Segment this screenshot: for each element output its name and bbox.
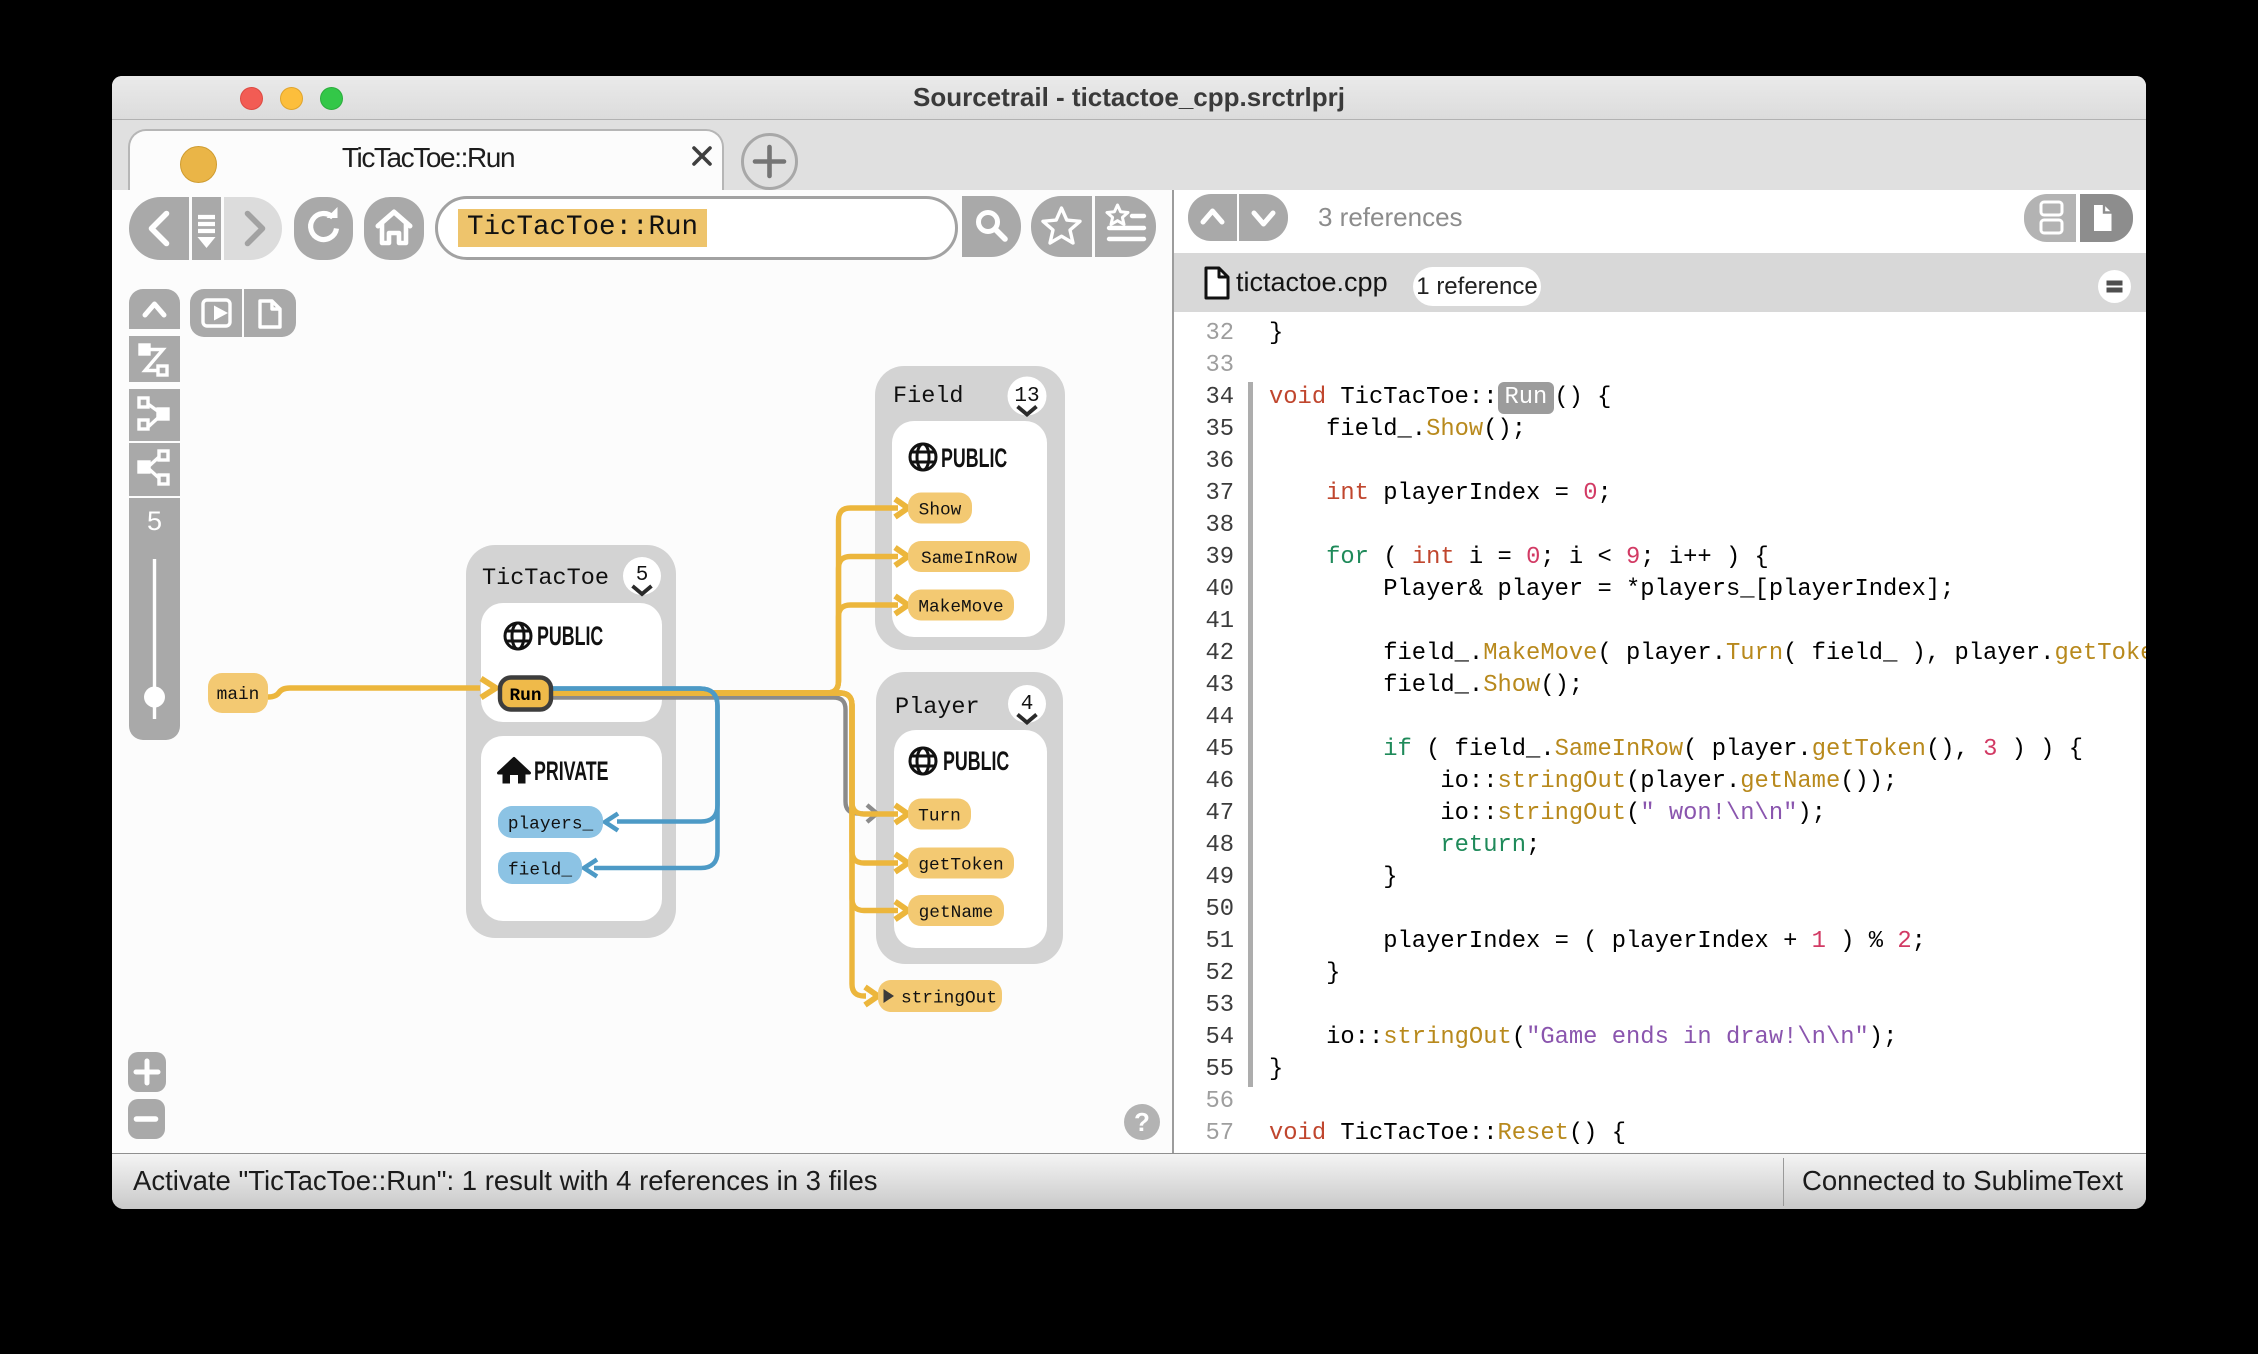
svg-text:Player: Player (895, 694, 980, 721)
svg-text:MakeMove: MakeMove (918, 598, 1003, 618)
svg-text:Show: Show (919, 501, 962, 521)
svg-text:4: 4 (1021, 693, 1034, 716)
svg-text:getToken: getToken (918, 856, 1003, 876)
svg-text:players_: players_ (508, 815, 594, 835)
svg-text:PUBLIC: PUBLIC (941, 442, 1007, 473)
svg-text:5: 5 (147, 506, 162, 536)
svg-text:Run: Run (509, 686, 541, 706)
svg-text:getName: getName (919, 903, 994, 923)
svg-text:SameInRow: SameInRow (921, 549, 1017, 569)
svg-text:PUBLIC: PUBLIC (537, 620, 603, 651)
svg-text:PRIVATE: PRIVATE (534, 755, 609, 786)
svg-text:13: 13 (1014, 385, 1039, 408)
svg-text:Field: Field (893, 383, 964, 410)
svg-text:TicTacToe: TicTacToe (482, 565, 609, 592)
svg-text:field_: field_ (508, 861, 572, 881)
svg-text:stringOut: stringOut (901, 989, 997, 1009)
svg-text:PUBLIC: PUBLIC (943, 745, 1009, 776)
svg-text:?: ? (1134, 1107, 1150, 1137)
svg-text:5: 5 (636, 564, 649, 587)
svg-text:main: main (217, 685, 260, 705)
svg-text:Turn: Turn (918, 807, 961, 827)
